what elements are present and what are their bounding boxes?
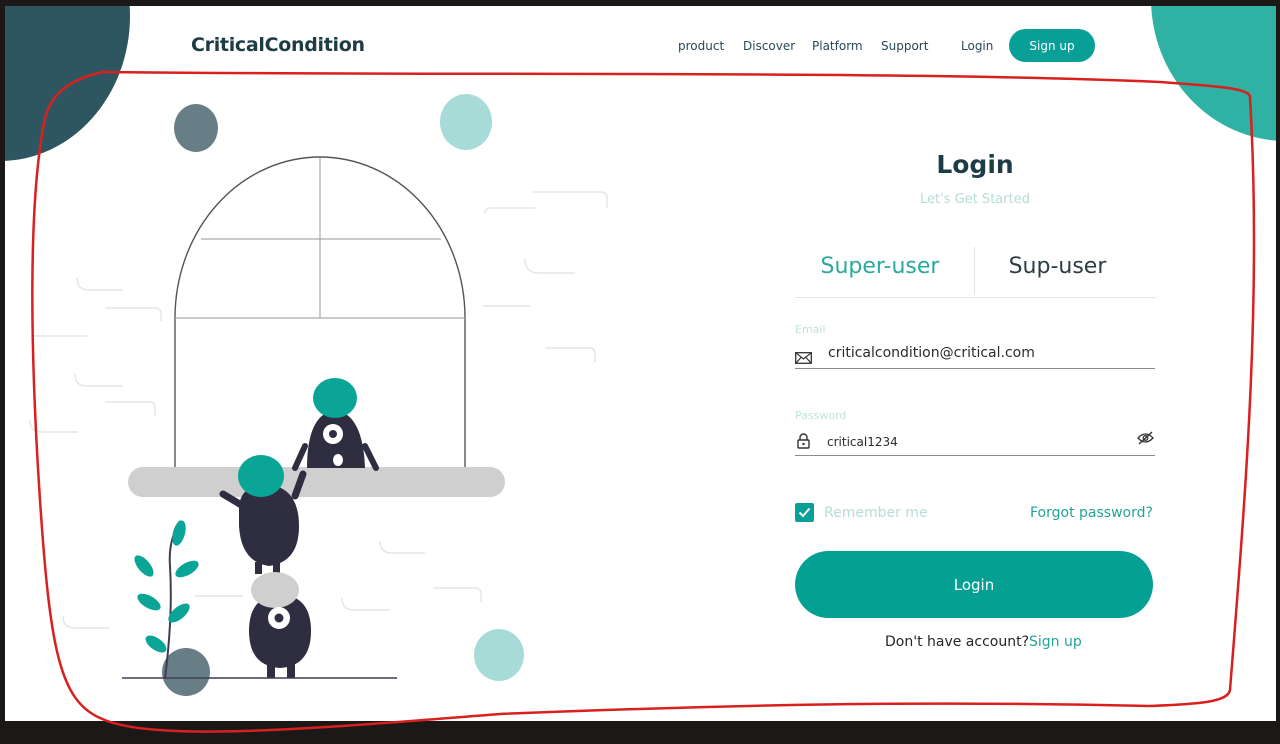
remember-me-label: Remember me xyxy=(824,504,928,521)
blob-light-bottom xyxy=(474,629,524,681)
eye-slash-icon[interactable] xyxy=(1137,430,1154,449)
monster-on-sill xyxy=(292,378,379,471)
lock-icon xyxy=(797,433,810,453)
blob-dark-bottom xyxy=(162,648,210,696)
nav-platform[interactable]: Platform xyxy=(812,39,863,53)
page-frame: CriticalCondition product Discover Platf… xyxy=(5,6,1276,721)
password-label: Password xyxy=(795,409,847,422)
header-signup-button[interactable]: Sign up xyxy=(1009,29,1095,62)
password-input[interactable] xyxy=(827,431,1117,453)
signup-link[interactable]: Sign up xyxy=(1029,634,1082,650)
email-label: Email xyxy=(795,323,826,336)
nav-login[interactable]: Login xyxy=(961,39,993,53)
nav-support[interactable]: Support xyxy=(881,39,928,53)
checkbox-checked[interactable] xyxy=(795,503,814,522)
window-sill xyxy=(128,467,505,497)
forgot-password-link[interactable]: Forgot password? xyxy=(1030,505,1153,521)
window-monsters-illustration xyxy=(29,94,608,696)
login-heading: Login xyxy=(936,150,1014,179)
login-subtitle: Let's Get Started xyxy=(920,192,1030,207)
decorative-blob-top-right xyxy=(1151,6,1276,141)
remember-me-checkbox[interactable]: Remember me xyxy=(795,503,928,522)
tab-super-user[interactable]: Super-user xyxy=(795,254,965,279)
tab-sup-user[interactable]: Sup-user xyxy=(975,254,1140,279)
checkmark-icon xyxy=(798,507,811,518)
blob-dark-top xyxy=(174,104,218,152)
monster-bottom xyxy=(249,572,311,678)
no-account-line: Don't have account?Sign up xyxy=(885,634,1082,650)
password-field-row xyxy=(795,429,1155,456)
nav-discover[interactable]: Discover xyxy=(743,39,795,53)
email-field-row xyxy=(795,342,1155,369)
no-account-text: Don't have account? xyxy=(885,634,1030,650)
blob-light-top xyxy=(440,94,492,150)
mail-icon xyxy=(795,349,812,368)
login-submit-button[interactable]: Login xyxy=(795,551,1153,618)
tab-underline xyxy=(795,297,1156,298)
email-input[interactable] xyxy=(828,342,1148,364)
